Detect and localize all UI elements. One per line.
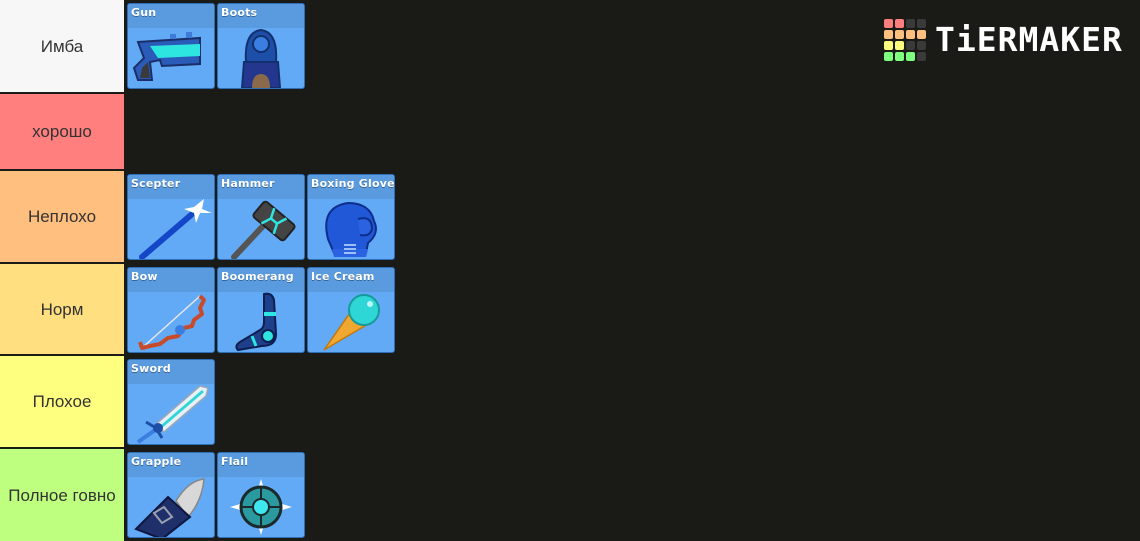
- item-card[interactable]: Boxing Gloves: [307, 174, 395, 260]
- grapple-icon: [128, 477, 214, 537]
- tier-label[interactable]: хорошо: [0, 94, 124, 169]
- logo-cell: [895, 30, 904, 39]
- logo-cell: [884, 52, 893, 61]
- logo-cell: [895, 41, 904, 50]
- logo-cell: [906, 30, 915, 39]
- item-card[interactable]: Scepter: [127, 174, 215, 260]
- bow-icon: [128, 292, 214, 352]
- tiermaker-logo[interactable]: TiERMAKER: [884, 19, 1123, 61]
- logo-cell: [906, 52, 915, 61]
- item-card[interactable]: Ice Cream: [307, 267, 395, 353]
- item-card[interactable]: Gun: [127, 3, 215, 89]
- item-card[interactable]: Bow: [127, 267, 215, 353]
- logo-cell: [917, 30, 926, 39]
- item-name: Flail: [218, 453, 304, 477]
- item-name: Gun: [128, 4, 214, 28]
- item-name: Ice Cream: [308, 268, 394, 292]
- tier-row: Плохое Sword: [0, 356, 1140, 447]
- item-name: Hammer: [218, 175, 304, 199]
- logo-cell: [884, 19, 893, 28]
- logo-cell: [884, 41, 893, 50]
- item-card[interactable]: Sword: [127, 359, 215, 445]
- tier-items[interactable]: Bow Boomerang Ice Cream: [126, 264, 1140, 354]
- logo-cell: [917, 52, 926, 61]
- hammer-icon: [218, 199, 304, 259]
- logo-cell: [884, 30, 893, 39]
- item-name: Sword: [128, 360, 214, 384]
- item-card[interactable]: Hammer: [217, 174, 305, 260]
- item-name: Scepter: [128, 175, 214, 199]
- tier-label[interactable]: Плохое: [0, 356, 124, 447]
- logo-cell: [906, 41, 915, 50]
- tier-row: хорошо: [0, 94, 1140, 169]
- tier-label[interactable]: Полное говно: [0, 449, 124, 541]
- tier-row: Полное говно Grapple Flail: [0, 449, 1140, 541]
- logo-cell: [917, 41, 926, 50]
- tier-items[interactable]: Grapple Flail: [126, 449, 1140, 541]
- item-name: Boxing Gloves: [308, 175, 394, 199]
- tier-label[interactable]: Имба: [0, 0, 124, 92]
- tier-items[interactable]: Sword: [126, 356, 1140, 447]
- item-card[interactable]: Boots: [217, 3, 305, 89]
- scepter-icon: [128, 199, 214, 259]
- item-name: Bow: [128, 268, 214, 292]
- item-card[interactable]: Grapple: [127, 452, 215, 538]
- gun-icon: [128, 28, 214, 88]
- logo-grid-icon: [884, 19, 926, 61]
- logo-cell: [906, 19, 915, 28]
- boomerang-icon: [218, 292, 304, 352]
- logo-text: TiERMAKER: [935, 20, 1123, 59]
- logo-cell: [917, 19, 926, 28]
- tier-items[interactable]: [126, 94, 1140, 169]
- logo-cell: [895, 52, 904, 61]
- boots-icon: [218, 28, 304, 88]
- item-card[interactable]: Boomerang: [217, 267, 305, 353]
- tier-items[interactable]: Scepter Hammer Boxing Gloves: [126, 171, 1140, 262]
- boxing-gloves-icon: [308, 199, 394, 259]
- ice-cream-icon: [308, 292, 394, 352]
- tier-label[interactable]: Норм: [0, 264, 124, 354]
- item-name: Boots: [218, 4, 304, 28]
- tier-row: Норм Bow Boomerang Ice Cream: [0, 264, 1140, 354]
- flail-icon: [218, 477, 304, 537]
- sword-icon: [128, 384, 214, 444]
- logo-cell: [895, 19, 904, 28]
- tier-label[interactable]: Неплохо: [0, 171, 124, 262]
- tier-list: Имба Gun Boots хорошо Неплохо Scepter Ha…: [0, 0, 1140, 541]
- item-card[interactable]: Flail: [217, 452, 305, 538]
- item-name: Boomerang: [218, 268, 304, 292]
- item-name: Grapple: [128, 453, 214, 477]
- tier-row: Неплохо Scepter Hammer Boxing Gloves: [0, 171, 1140, 262]
